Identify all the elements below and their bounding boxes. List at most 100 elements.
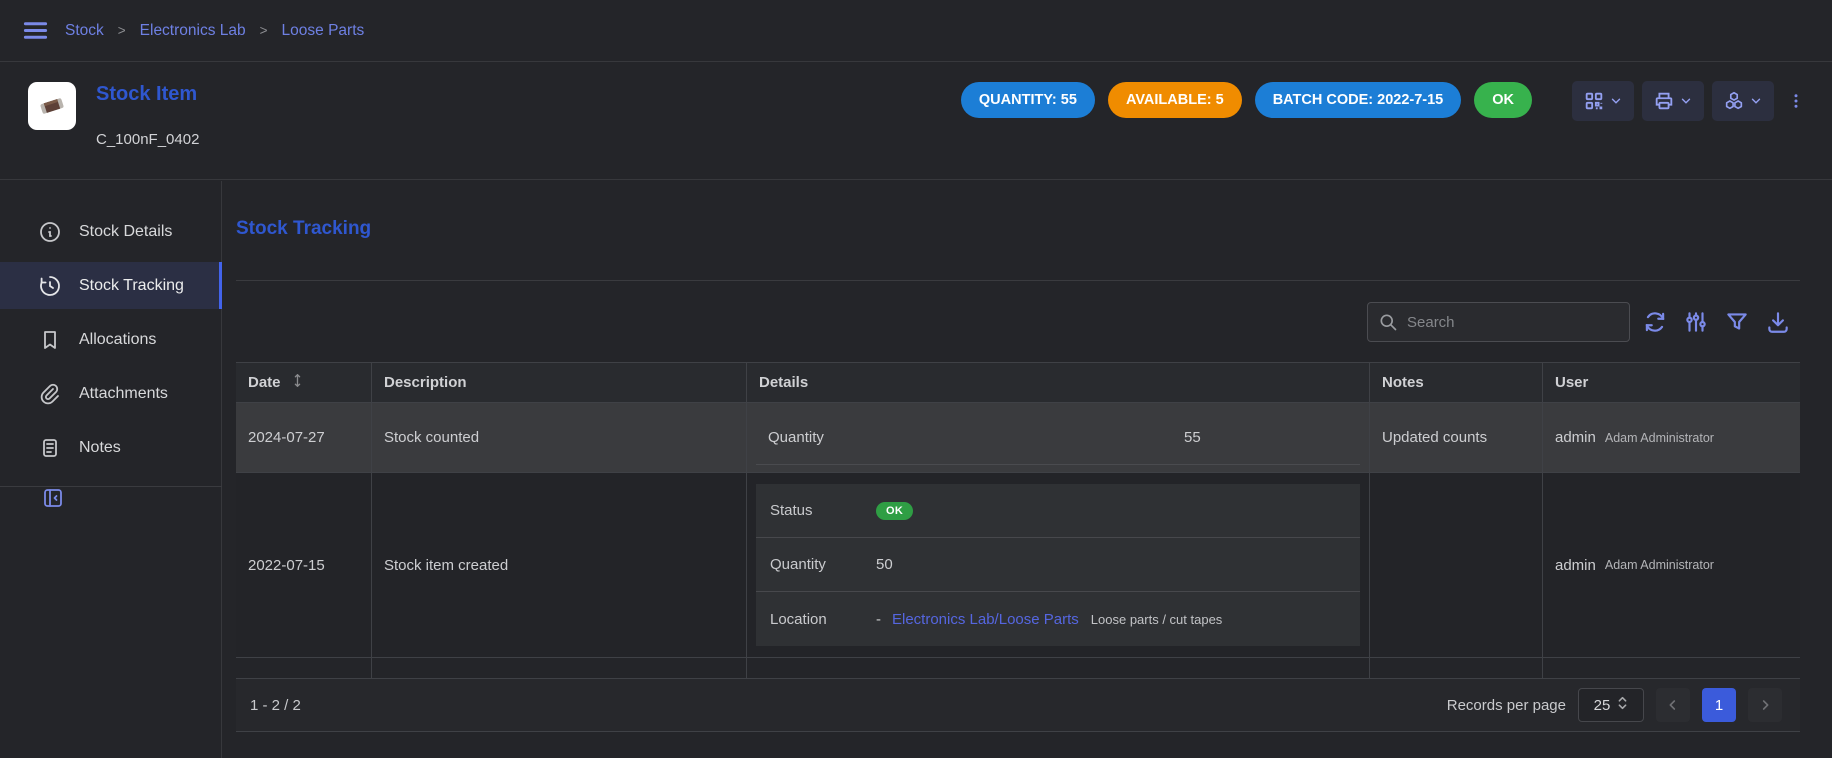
barcode-actions-button[interactable] <box>1572 81 1634 121</box>
batch-code-badge: BATCH CODE: 2022-7-15 <box>1255 82 1462 118</box>
sidebar: Stock Details Stock Tracking Allocations <box>0 181 222 758</box>
stock-item-name: C_100nF_0402 <box>96 131 199 148</box>
pagination-controls: Records per page 25 1 <box>1447 688 1782 722</box>
notes-cell <box>1369 473 1542 657</box>
description-cell: Stock item created <box>371 473 746 657</box>
page-size-select[interactable]: 25 <box>1578 688 1644 722</box>
paperclip-icon <box>38 382 62 406</box>
stock-tracking-table: Date Description Details Notes User 2024… <box>236 362 1800 732</box>
column-header-details[interactable]: Details <box>746 363 1369 402</box>
sidebar-item-stock-tracking[interactable]: Stock Tracking <box>0 262 222 309</box>
download-icon[interactable] <box>1765 309 1791 335</box>
sidebar-item-label: Stock Details <box>79 223 172 241</box>
table-row[interactable]: 2022-07-15 Stock item created Status OK … <box>236 473 1800 658</box>
detail-row-location: Location - Electronics Lab/Loose Parts L… <box>756 592 1360 646</box>
breadcrumb-separator: > <box>118 23 126 38</box>
column-label: Notes <box>1382 374 1424 391</box>
table-footer: 1 - 2 / 2 Records per page 25 1 <box>236 678 1800 732</box>
bookmark-icon <box>38 328 62 352</box>
spacer-cell <box>1369 658 1542 678</box>
sidebar-item-stock-details[interactable]: Stock Details <box>0 208 222 255</box>
spacer-cell <box>746 658 1369 678</box>
sidebar-divider <box>0 486 222 487</box>
history-icon <box>38 274 62 298</box>
table-header-row: Date Description Details Notes User <box>236 362 1800 403</box>
column-header-notes[interactable]: Notes <box>1369 363 1542 402</box>
sidebar-item-label: Notes <box>79 439 121 457</box>
quantity-badge: QUANTITY: 55 <box>961 82 1095 118</box>
stock-item-page: Stock > Electronics Lab > Loose Parts St… <box>0 0 1832 758</box>
sidebar-item-notes[interactable]: Notes <box>0 424 222 471</box>
menu-icon[interactable] <box>22 17 49 44</box>
table-search <box>1367 302 1630 342</box>
details-cell: Status OK Quantity 50 Location - Electro… <box>746 473 1369 657</box>
info-icon <box>38 220 62 244</box>
column-label: Details <box>759 374 808 391</box>
date-cell: 2024-07-27 <box>236 403 371 472</box>
packages-icon <box>1723 90 1745 112</box>
user-cell: admin Adam Administrator <box>1542 473 1800 657</box>
page-1-button[interactable]: 1 <box>1702 688 1736 722</box>
heading-divider <box>236 280 1800 281</box>
header-actions <box>1572 81 1806 121</box>
breadcrumb-link-stock[interactable]: Stock <box>65 22 104 40</box>
chevron-left-icon <box>1665 697 1681 713</box>
status-badges: QUANTITY: 55 AVAILABLE: 5 BATCH CODE: 20… <box>961 82 1532 118</box>
detail-label: Location <box>756 611 876 628</box>
user-fullname: Adam Administrator <box>1605 558 1714 572</box>
panel-heading: Stock Tracking <box>236 218 371 240</box>
sidebar-item-attachments[interactable]: Attachments <box>0 370 222 417</box>
stock-operations-button[interactable] <box>1712 81 1774 121</box>
sidebar-collapse-icon[interactable] <box>41 486 65 510</box>
column-label: User <box>1555 374 1588 391</box>
overflow-menu-icon[interactable] <box>1786 81 1806 121</box>
breadcrumb: Stock > Electronics Lab > Loose Parts <box>65 22 364 40</box>
sidebar-item-allocations[interactable]: Allocations <box>0 316 222 363</box>
breadcrumb-separator: > <box>260 23 268 38</box>
column-header-date[interactable]: Date <box>236 363 371 402</box>
qr-code-icon <box>1583 90 1605 112</box>
detail-row-quantity: Quantity 50 <box>756 538 1360 592</box>
column-header-user[interactable]: User <box>1542 363 1800 402</box>
table-toolbar <box>1642 309 1791 335</box>
notes-icon <box>38 436 62 460</box>
previous-page-button[interactable] <box>1656 688 1690 722</box>
location-description: Loose parts / cut tapes <box>1091 612 1223 627</box>
capacitor-image <box>34 88 70 124</box>
search-input[interactable] <box>1407 314 1619 331</box>
spinner-icon <box>1617 695 1628 716</box>
location-link[interactable]: Electronics Lab/Loose Parts <box>892 611 1079 628</box>
breadcrumb-link-loose-parts[interactable]: Loose Parts <box>282 22 365 40</box>
chevron-down-icon <box>1749 94 1763 108</box>
sidebar-item-label: Stock Tracking <box>79 277 184 295</box>
chevron-right-icon <box>1757 697 1773 713</box>
status-ok-badge: OK <box>1474 82 1532 118</box>
status-ok-badge: OK <box>876 502 913 520</box>
part-thumbnail[interactable] <box>28 82 76 130</box>
user-fullname: Adam Administrator <box>1605 431 1714 445</box>
table-row[interactable]: 2024-07-27 Stock counted Quantity 55 Upd… <box>236 403 1800 473</box>
table-body-spacer <box>236 658 1800 678</box>
detail-label: Quantity <box>756 556 876 573</box>
spacer-cell <box>1542 658 1800 678</box>
detail-value: 50 <box>876 556 893 573</box>
breadcrumb-link-electronics-lab[interactable]: Electronics Lab <box>140 22 246 40</box>
user-cell: admin Adam Administrator <box>1542 403 1800 472</box>
spacer-cell <box>236 658 371 678</box>
available-badge: AVAILABLE: 5 <box>1108 82 1242 118</box>
adjustments-icon[interactable] <box>1683 309 1709 335</box>
sidebar-nav: Stock Details Stock Tracking Allocations <box>0 208 222 487</box>
details-cell: Quantity 55 <box>746 403 1369 472</box>
sort-icon[interactable] <box>291 373 304 392</box>
content-area: Stock Details Stock Tracking Allocations <box>0 181 1832 758</box>
print-actions-button[interactable] <box>1642 81 1704 121</box>
chevron-down-icon <box>1679 94 1693 108</box>
next-page-button[interactable] <box>1748 688 1782 722</box>
detail-row-status: Status OK <box>756 484 1360 538</box>
filter-icon[interactable] <box>1724 309 1750 335</box>
column-header-description[interactable]: Description <box>371 363 746 402</box>
refresh-icon[interactable] <box>1642 309 1668 335</box>
page-title: Stock Item <box>96 83 197 106</box>
column-label: Date <box>248 374 281 391</box>
printer-icon <box>1653 90 1675 112</box>
